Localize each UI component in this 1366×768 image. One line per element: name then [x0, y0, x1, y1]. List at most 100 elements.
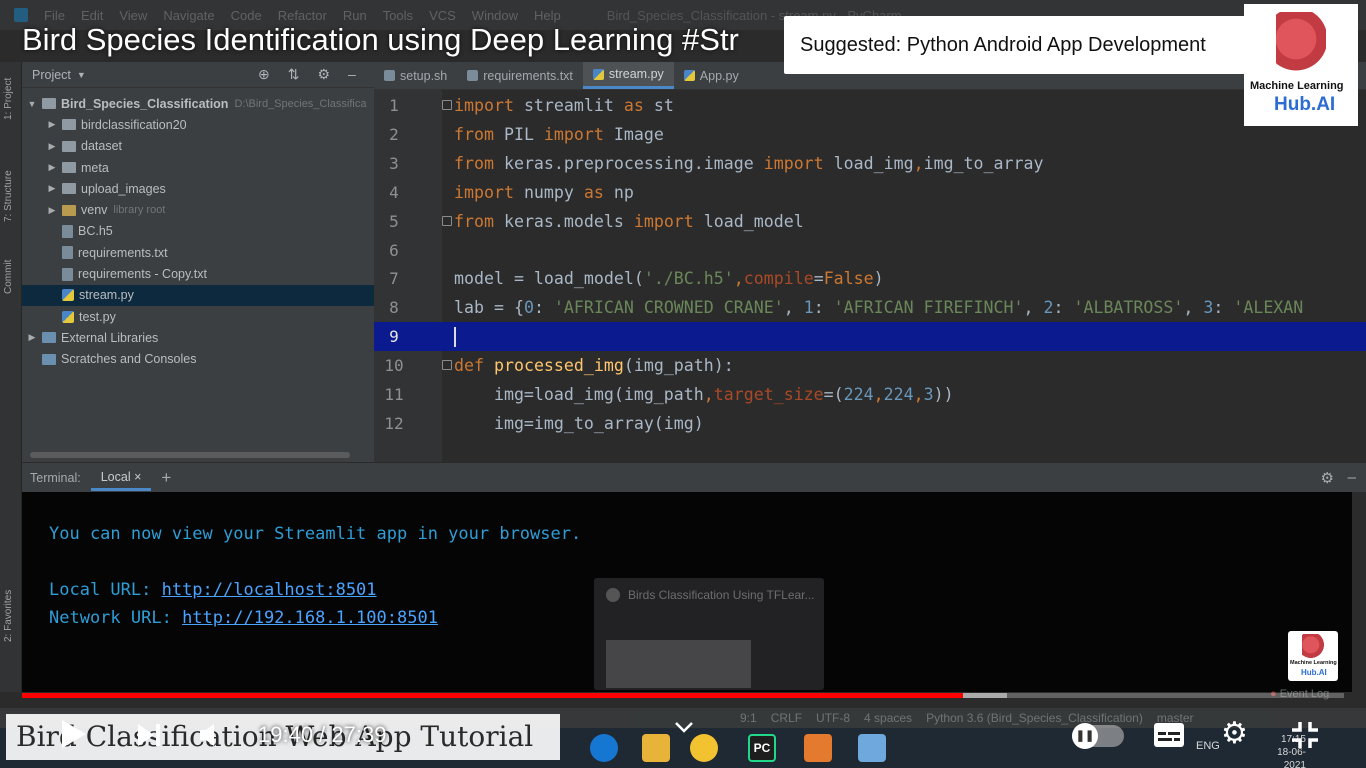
app-icon[interactable] [858, 734, 886, 762]
code-editor[interactable]: 1 import streamlit as st 2 from PIL import … [374, 90, 1366, 462]
tree-item[interactable]: requirements - Copy.txt [22, 263, 374, 284]
editor-tab[interactable]: App.py [674, 62, 749, 89]
code-line[interactable]: 4 import numpy as np [374, 178, 1366, 207]
status-interpreter[interactable]: Python 3.6 (Bird_Species_Classification) [926, 711, 1143, 725]
code-token: : [1053, 298, 1074, 318]
code-line[interactable]: 10 def processed_img(img_path): [374, 351, 1366, 380]
chevron-down-icon[interactable] [674, 720, 694, 734]
menu-file[interactable]: File [44, 8, 65, 23]
project-scrollbar[interactable] [30, 452, 350, 458]
editor-tab[interactable]: requirements.txt [457, 62, 583, 89]
close-icon[interactable]: × [134, 470, 141, 484]
chevron-right-icon[interactable]: ▶ [46, 119, 58, 130]
status-encoding[interactable]: UTF-8 [816, 711, 850, 725]
locate-icon[interactable]: ⊕ [258, 66, 270, 83]
chrome-icon[interactable] [690, 734, 718, 762]
tree-item[interactable]: ▼ Bird_Species_Classification D:\Bird_Spec… [22, 93, 374, 114]
terminal-scrollbar[interactable] [1352, 492, 1366, 692]
tree-item-hint: D:\Bird_Species_Classifica [234, 97, 367, 110]
menu-navigate[interactable]: Navigate [163, 8, 214, 23]
code-line[interactable]: 7 model = load_model('./BC.h5',compile=Fa… [374, 264, 1366, 293]
chevron-right-icon[interactable]: ▶ [46, 183, 58, 194]
gear-icon[interactable]: ⚙ [1321, 469, 1334, 487]
network-url-link[interactable]: http://192.168.1.100:8501 [182, 608, 438, 628]
menu-window[interactable]: Window [472, 8, 518, 23]
status-indent[interactable]: 4 spaces [864, 711, 912, 725]
menu-view[interactable]: View [119, 8, 147, 23]
tree-item[interactable]: stream.py [22, 284, 374, 306]
editor-tab[interactable]: setup.sh [374, 62, 457, 89]
autoplay-toggle[interactable]: ❚❚ [1072, 723, 1124, 749]
video-title[interactable]: Bird Species Identification using Deep L… [22, 22, 739, 58]
channel-watermark[interactable]: Machine Learning Hub.AI [1288, 631, 1338, 681]
fold-marker-icon[interactable] [442, 100, 452, 110]
hide-icon[interactable]: – [348, 66, 356, 83]
gear-icon[interactable]: ⚙ [317, 66, 330, 83]
tree-item[interactable]: ▶ birdclassification20 [22, 114, 374, 135]
collapse-icon[interactable]: ⇅ [288, 66, 300, 83]
side-tab-favorites[interactable]: 2: Favorites [3, 590, 14, 642]
add-terminal-icon[interactable]: + [161, 468, 171, 488]
next-icon[interactable] [136, 722, 164, 748]
code-line[interactable]: 12 img=img_to_array(img) [374, 409, 1366, 438]
chevron-right-icon[interactable]: ▶ [46, 162, 58, 173]
subtitles-icon[interactable] [1153, 722, 1185, 748]
tree-item[interactable]: ▶ venv library root [22, 199, 374, 220]
code-token: , [913, 153, 924, 173]
terminal-tab-local[interactable]: Local × [90, 464, 152, 491]
code-line[interactable]: 2 from PIL import Image [374, 120, 1366, 149]
chevron-down-icon[interactable]: ▼ [26, 99, 38, 109]
local-url-link[interactable]: http://localhost:8501 [162, 580, 377, 600]
channel-logo[interactable]: Machine Learning Hub.AI [1244, 4, 1358, 126]
play-icon[interactable] [58, 718, 88, 750]
code-line[interactable]: 8 lab = {0: 'AFRICAN CROWNED CRANE', 1: '… [374, 293, 1366, 322]
tree-item[interactable]: BC.h5 [22, 221, 374, 242]
menu-refactor[interactable]: Refactor [278, 8, 327, 23]
app-icon[interactable] [804, 734, 832, 762]
chevron-down-icon[interactable]: ▼ [77, 70, 86, 80]
gear-icon[interactable]: ⚙ [1221, 716, 1248, 751]
code-line[interactable]: 9 [374, 322, 1366, 352]
chevron-right-icon[interactable]: ▶ [26, 332, 38, 343]
tree-item[interactable]: Scratches and Consoles [22, 349, 374, 370]
menu-edit[interactable]: Edit [81, 8, 103, 23]
chevron-right-icon[interactable]: ▶ [46, 141, 58, 152]
tree-item[interactable]: ▶ dataset [22, 136, 374, 157]
code-token: , [783, 298, 804, 318]
code-token: img=img_to_array(img) [454, 413, 704, 433]
status-position[interactable]: 9:1 [740, 711, 757, 725]
hide-icon[interactable]: – [1348, 469, 1356, 486]
side-tab-commit[interactable]: Commit [3, 260, 14, 294]
file-explorer-icon[interactable] [642, 734, 670, 762]
status-line-separator[interactable]: CRLF [771, 711, 802, 725]
volume-icon[interactable] [198, 722, 228, 748]
code-token: from [454, 153, 494, 173]
tree-item[interactable]: ▶ External Libraries [22, 327, 374, 348]
language-indicator[interactable]: ENG [1196, 740, 1220, 752]
editor-tab[interactable]: stream.py [582, 62, 674, 89]
exit-fullscreen-icon[interactable] [1290, 720, 1320, 750]
menu-tools[interactable]: Tools [383, 8, 413, 23]
project-panel-title[interactable]: Project [32, 68, 71, 82]
code-line[interactable]: 3 from keras.preprocessing.image import l… [374, 149, 1366, 178]
side-tab-structure[interactable]: 7: Structure [3, 170, 14, 222]
code-line[interactable]: 11 img=load_img(img_path,target_size=(22… [374, 380, 1366, 409]
tree-item[interactable]: requirements.txt [22, 242, 374, 263]
menu-help[interactable]: Help [534, 8, 561, 23]
tree-item[interactable]: ▶ meta [22, 157, 374, 178]
code-line[interactable]: 1 import streamlit as st [374, 91, 1366, 120]
code-line[interactable]: 6 [374, 236, 1366, 265]
edge-icon[interactable] [590, 734, 618, 762]
code-token: import [543, 124, 604, 144]
pycharm-icon[interactable]: PC [748, 734, 776, 762]
code-line[interactable]: 5 from keras.models import load_model [374, 207, 1366, 236]
fold-marker-icon[interactable] [442, 360, 452, 371]
fold-marker-icon[interactable] [442, 215, 452, 226]
side-tab-project[interactable]: 1: Project [3, 78, 14, 120]
menu-run[interactable]: Run [343, 8, 367, 23]
menu-vcs[interactable]: VCS [429, 8, 456, 23]
menu-code[interactable]: Code [231, 8, 262, 23]
chevron-right-icon[interactable]: ▶ [46, 205, 58, 216]
tree-item[interactable]: test.py [22, 306, 374, 327]
tree-item[interactable]: ▶ upload_images [22, 178, 374, 199]
